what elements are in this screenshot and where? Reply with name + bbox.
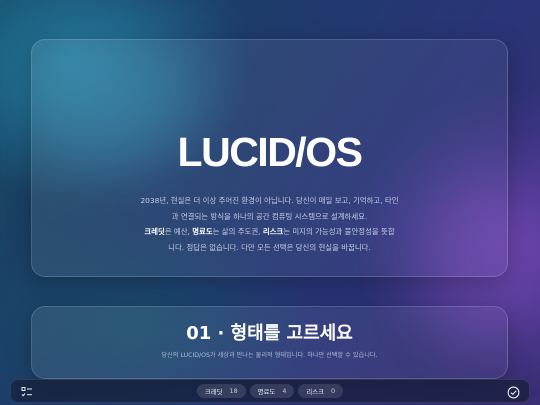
- stat-credit-value: 18: [229, 387, 238, 395]
- intro-line-3: 크레딧은 예산, 명료도는 삶의 주도권, 리스크는 미지의 가능성과 불안정성…: [106, 224, 433, 240]
- intro-card: LUCID/OS 2038년, 현실은 더 이상 주어진 환경이 아닙니다. 당…: [31, 39, 508, 277]
- stat-risk: 리스크 0: [298, 384, 344, 398]
- term-risk: 리스크: [262, 227, 284, 236]
- intro-line-3-text-b: 는 삶의 주도권,: [212, 227, 263, 236]
- term-credit: 크레딧: [144, 227, 165, 236]
- step-title: 01 · 형태를 고르세요: [186, 323, 353, 344]
- intro-line-3-text-a: 은 예산,: [164, 227, 193, 236]
- check-circle-icon: [507, 386, 519, 398]
- intro-line-3-text-c: 는 미지의 가능성과 불안정성을 뜻합: [283, 227, 395, 236]
- step-card: 01 · 형태를 고르세요 당신의 LUCID/OS가 세상과 만나는 물리적 …: [31, 306, 508, 379]
- resource-stats: 크레딧 18 명료도 4 리스크 0: [11, 384, 529, 398]
- stat-credit-label: 크레딧: [204, 387, 223, 396]
- intro-line-4: 니다. 정답은 없습니다. 다만 모든 선택은 당신의 현실을 바꿉니다.: [168, 242, 371, 252]
- bottom-status-bar: 크레딧 18 명료도 4 리스크 0: [10, 379, 530, 403]
- intro-description: 2038년, 현실은 더 이상 주어진 환경이 아닙니다. 당신이 매일 보고,…: [106, 193, 433, 255]
- intro-line-1: 2038년, 현실은 더 이상 주어진 환경이 아닙니다. 당신이 매일 보고,…: [140, 196, 399, 205]
- app-title: LUCID/OS: [177, 129, 363, 175]
- term-clarity: 명료도: [192, 227, 213, 236]
- intro-line-2: 과 연결되는 방식을 하나의 공간 컴퓨팅 시스템으로 설계하세요.: [171, 211, 368, 221]
- step-subtitle: 당신의 LUCID/OS가 세상과 만나는 물리적 형태입니다. 하나만 선택할…: [161, 352, 378, 359]
- stat-risk-value: 0: [331, 387, 336, 395]
- stat-clarity: 명료도 4: [249, 384, 295, 398]
- stat-credit: 크레딧 18: [196, 384, 246, 398]
- confirm-button[interactable]: [505, 384, 521, 400]
- stat-risk-label: 리스크: [306, 387, 325, 396]
- stat-clarity-label: 명료도: [257, 387, 276, 396]
- stat-clarity-value: 4: [282, 387, 287, 395]
